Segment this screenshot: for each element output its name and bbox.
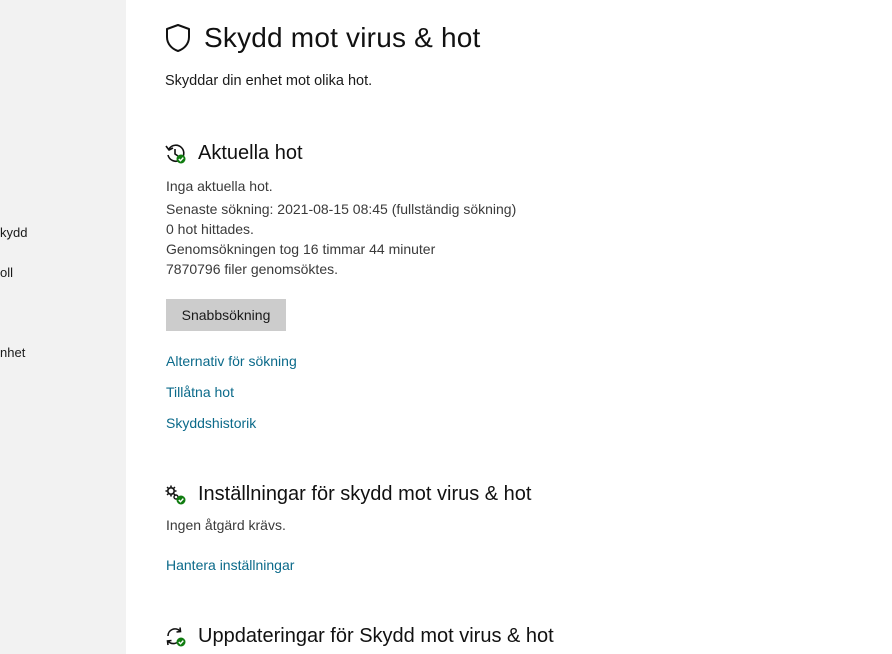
current-threats-header: Aktuella hot xyxy=(164,142,303,165)
shield-icon xyxy=(164,23,192,53)
sidebar-item-app-browser-control[interactable]: oll xyxy=(0,265,13,280)
protection-history-link[interactable]: Skyddshistorik xyxy=(166,415,256,431)
main-content: Skydd mot virus & hot Skyddar din enhet … xyxy=(126,0,892,654)
threat-status-text: Inga aktuella hot. xyxy=(166,178,273,194)
app-window: kydd oll nhet Skydd mot virus & hot Skyd… xyxy=(0,0,892,654)
manage-settings-link[interactable]: Hantera inställningar xyxy=(166,557,294,573)
page-subtitle: Skyddar din enhet mot olika hot. xyxy=(165,73,373,89)
history-check-icon xyxy=(164,143,188,165)
scan-options-link[interactable]: Alternativ för sökning xyxy=(166,353,297,369)
current-threats-title: Aktuella hot xyxy=(198,142,303,164)
settings-title: Inställningar för skydd mot virus & hot xyxy=(198,483,532,505)
scan-duration-text: Genomsökningen tog 16 timmar 44 minuter xyxy=(166,241,436,257)
settings-status-text: Ingen åtgärd krävs. xyxy=(166,517,286,533)
sidebar: kydd oll nhet xyxy=(0,0,126,654)
updates-title: Uppdateringar för Skydd mot virus & hot xyxy=(198,625,554,647)
sidebar-item-account-protection[interactable]: kydd xyxy=(0,225,27,240)
settings-header: Inställningar för skydd mot virus & hot xyxy=(164,483,531,506)
gears-check-icon xyxy=(164,484,188,506)
threats-found-text: 0 hot hittades. xyxy=(166,221,254,237)
updates-header: Uppdateringar för Skydd mot virus & hot xyxy=(164,625,554,648)
page-header: Skydd mot virus & hot xyxy=(164,22,481,54)
allowed-threats-link[interactable]: Tillåtna hot xyxy=(166,384,234,400)
quick-scan-button[interactable]: Snabbsökning xyxy=(166,299,286,331)
files-scanned-text: 7870796 filer genomsöktes. xyxy=(166,261,338,277)
page-title: Skydd mot virus & hot xyxy=(204,22,481,53)
refresh-check-icon xyxy=(164,626,188,648)
last-scan-text: Senaste sökning: 2021-08-15 08:45 (fulls… xyxy=(166,201,517,217)
sidebar-item-device-security[interactable]: nhet xyxy=(0,345,25,360)
